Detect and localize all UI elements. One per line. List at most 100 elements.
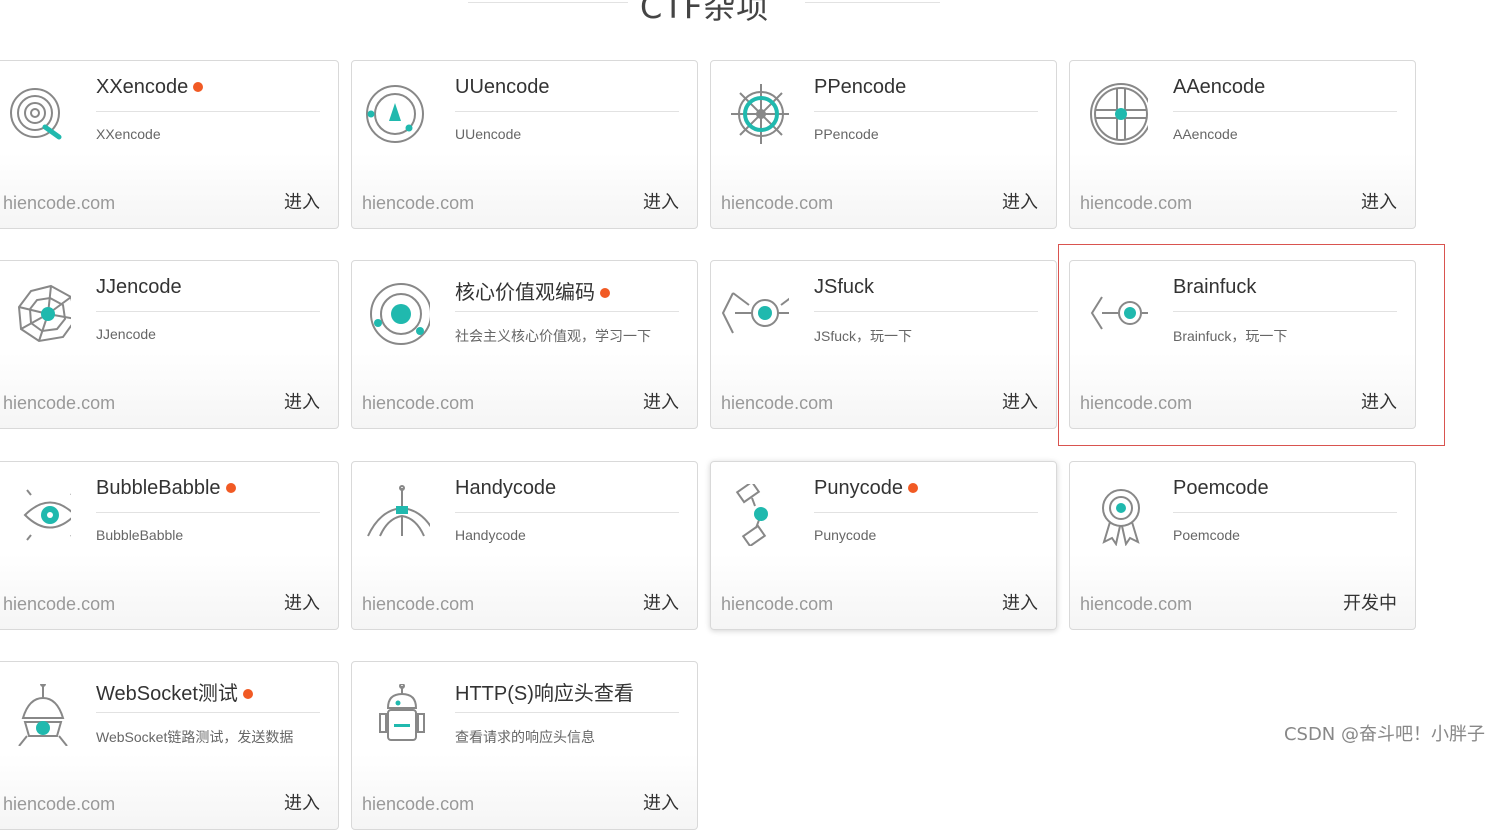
tool-card-poemcode[interactable]: Poemcode Poemcode hiencode.com 开发中: [1069, 461, 1416, 630]
card-divider: [96, 311, 320, 312]
eye-icon: [1, 484, 77, 546]
tool-card-ppencode[interactable]: PPencode PPencode hiencode.com 进入: [710, 60, 1057, 229]
csdn-watermark: CSDN @奋斗吧！小胖子: [1283, 724, 1485, 745]
enter-link[interactable]: 进入: [643, 789, 679, 815]
card-divider: [96, 712, 320, 713]
enter-link[interactable]: 进入: [284, 188, 320, 214]
card-divider: [455, 712, 679, 713]
card-title: Poemcode: [1173, 477, 1269, 499]
header-divider-left: [468, 2, 628, 3]
new-badge-dot: [225, 482, 236, 493]
header-divider-right: [805, 2, 940, 3]
enter-link[interactable]: 进入: [284, 789, 320, 815]
card-title: 核心价值观编码: [455, 276, 610, 305]
web-icon: [1, 283, 78, 345]
tool-card-bubblebabble[interactable]: BubbleBabble BubbleBabble hiencode.com 进…: [0, 461, 339, 630]
enter-link[interactable]: 进入: [1002, 388, 1038, 414]
card-site: hiencode.com: [362, 594, 475, 614]
card-description: 查看请求的响应头信息: [455, 729, 595, 745]
card-site: hiencode.com: [3, 393, 116, 413]
card-divider: [814, 311, 1038, 312]
card-site: hiencode.com: [721, 594, 834, 614]
card-divider: [96, 512, 320, 513]
card-site: hiencode.com: [362, 193, 475, 213]
enter-link[interactable]: 进入: [643, 388, 679, 414]
crosshair-icon: [1078, 83, 1152, 145]
section-header: CTF杂项: [0, 0, 1420, 26]
card-title: AAencode: [1173, 76, 1266, 98]
card-divider: [455, 111, 679, 112]
card-description: JSfuck，玩一下: [814, 328, 913, 344]
card-site: hiencode.com: [362, 794, 475, 814]
robot-icon: [360, 683, 430, 746]
tool-card-punycode[interactable]: Punycode Punycode hiencode.com 进入: [710, 461, 1057, 630]
card-site: hiencode.com: [721, 393, 834, 413]
card-description: XXencode: [96, 126, 161, 142]
card-description: 社会主义核心价值观，学习一下: [455, 328, 651, 344]
tool-card-aaencode[interactable]: AAencode AAencode hiencode.com 进入: [1069, 60, 1416, 229]
spiral-icon: [1, 83, 71, 145]
card-description: Poemcode: [1173, 527, 1240, 543]
card-divider: [814, 512, 1038, 513]
new-badge-dot: [600, 287, 610, 298]
satellite-icon: [719, 480, 789, 548]
ship-wheel-icon: [719, 83, 791, 145]
card-divider: [1173, 111, 1397, 112]
card-description: Handycode: [455, 527, 526, 543]
card-site: hiencode.com: [3, 794, 116, 814]
card-divider: [455, 512, 679, 513]
card-title: BubbleBabble: [96, 477, 236, 500]
selection-highlight-box: [1058, 244, 1445, 446]
compass-icon: [360, 83, 430, 145]
tool-card-jjencode[interactable]: JJencode JJencode hiencode.com 进入: [0, 260, 339, 429]
enter-link[interactable]: 进入: [643, 188, 679, 214]
new-badge-dot: [907, 482, 918, 493]
enter-link[interactable]: 进入: [284, 589, 320, 615]
card-divider: [1173, 512, 1397, 513]
card-site: hiencode.com: [1080, 594, 1193, 614]
card-description: PPencode: [814, 126, 879, 142]
orbit-icon: [360, 283, 432, 345]
tool-card-websocket[interactable]: WebSocket测试 WebSocket链路测试，发送数据 hiencode.…: [0, 661, 339, 830]
card-title: Handycode: [455, 477, 557, 499]
card-divider: [96, 111, 320, 112]
card-divider: [455, 311, 679, 312]
tool-card-uuencode[interactable]: UUencode UUencode hiencode.com 进入: [351, 60, 698, 229]
enter-link[interactable]: 进入: [1002, 188, 1038, 214]
enter-link[interactable]: 进入: [1361, 188, 1397, 214]
card-title: PPencode: [814, 76, 907, 98]
enter-link[interactable]: 进入: [284, 388, 320, 414]
new-badge-dot: [242, 688, 253, 699]
lander-icon: [360, 484, 437, 546]
in-development-label: 开发中: [1343, 593, 1397, 614]
tool-card-http-headers[interactable]: HTTP(S)响应头查看 查看请求的响应头信息 hiencode.com 进入: [351, 661, 698, 830]
medal-icon: [1078, 484, 1148, 547]
card-description: WebSocket链路测试，发送数据: [96, 729, 294, 745]
card-description: AAencode: [1173, 126, 1238, 142]
card-title: WebSocket测试: [96, 677, 253, 706]
tool-card-jsfuck[interactable]: JSfuck JSfuck，玩一下 hiencode.com 进入: [710, 260, 1057, 429]
card-description: UUencode: [455, 126, 522, 142]
card-title: JJencode: [96, 276, 182, 298]
card-site: hiencode.com: [3, 594, 116, 614]
card-description: JJencode: [96, 326, 156, 342]
new-badge-dot: [193, 81, 204, 92]
card-site: hiencode.com: [362, 393, 475, 413]
card-description: Punycode: [814, 527, 877, 543]
enter-link[interactable]: 进入: [1002, 589, 1038, 615]
capsule-icon: [1, 681, 71, 747]
card-title: XXencode: [96, 76, 204, 99]
tool-card-xxencode[interactable]: XXencode XXencode hiencode.com 进入: [0, 60, 339, 229]
card-description: BubbleBabble: [96, 527, 184, 543]
card-site: hiencode.com: [3, 193, 116, 213]
tie-fighter-icon: [719, 283, 809, 345]
card-title: UUencode: [455, 76, 550, 98]
card-divider: [814, 111, 1038, 112]
tool-card-handycode[interactable]: Handycode Handycode hiencode.com 进入: [351, 461, 698, 630]
enter-link[interactable]: 进入: [643, 589, 679, 615]
card-site: hiencode.com: [721, 193, 834, 213]
tool-card-core-values[interactable]: 核心价值观编码 社会主义核心价值观，学习一下 hiencode.com 进入: [351, 260, 698, 429]
section-title: CTF杂项: [640, 0, 770, 26]
card-site: hiencode.com: [1080, 193, 1193, 213]
card-title: Punycode: [814, 477, 918, 500]
